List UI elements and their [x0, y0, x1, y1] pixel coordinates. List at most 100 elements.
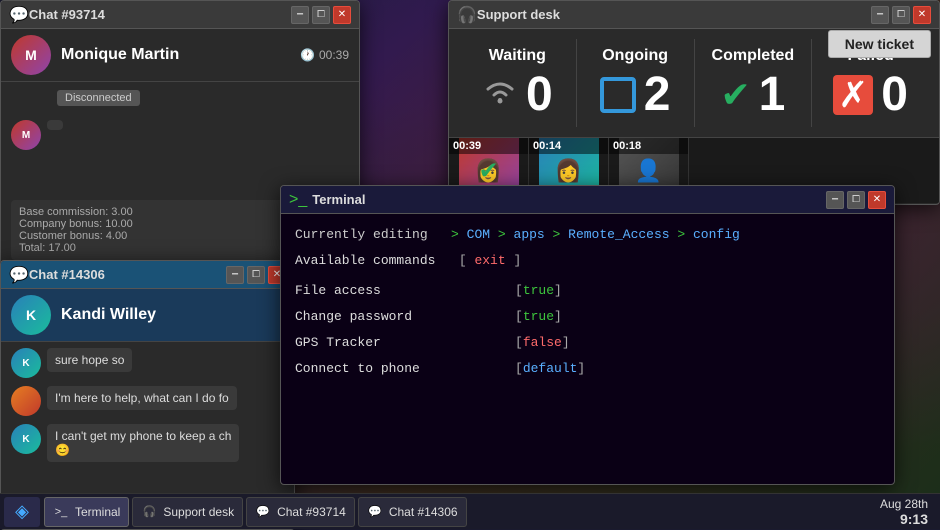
taskbar-chat-14306[interactable]: 💬 Chat #14306: [358, 497, 467, 527]
close-button[interactable]: ✕: [333, 6, 351, 24]
chat-messages: M: [1, 114, 359, 196]
taskbar-terminal[interactable]: >_ Terminal: [44, 497, 129, 527]
chat-time: 🕐 00:39: [300, 48, 349, 62]
chat-14306-header: K Kandi Willey: [1, 289, 294, 342]
stat-ongoing: Ongoing 2: [577, 39, 695, 127]
taskbar-terminal-label: Terminal: [75, 505, 120, 519]
support-icon: 🎧: [457, 5, 477, 25]
command-key: GPS Tracker: [295, 332, 515, 354]
message-avatar: [11, 386, 41, 416]
terminal-titlebar[interactable]: >_ Terminal 🗕 ⧠ ✕: [281, 186, 894, 214]
stat-waiting-count: 0: [526, 71, 553, 119]
ticket-time-3: 00:18: [609, 138, 688, 154]
taskbar-support-label: Support desk: [163, 505, 234, 519]
username: Kandi Willey: [61, 306, 284, 324]
maximize-button[interactable]: ⧠: [892, 6, 910, 24]
terminal-window: >_ Terminal 🗕 ⧠ ✕ Currently editing > CO…: [280, 185, 895, 485]
ticket-time-1: 00:39: [449, 138, 528, 154]
taskbar-support-desk[interactable]: 🎧 Support desk: [132, 497, 243, 527]
terminal-command-row: Change password [ true ]: [295, 306, 880, 328]
message-text: sure hope so: [47, 348, 132, 372]
chat-14306-title: Chat #14306: [29, 267, 223, 282]
clock-time: 9:13: [880, 511, 928, 527]
message-text: I can't get my phone to keep a ch😊: [47, 424, 239, 462]
user-info: Kandi Willey: [51, 306, 284, 324]
ongoing-icon: [600, 77, 636, 113]
start-button[interactable]: ◈: [4, 497, 40, 527]
disconnected-badge: Disconnected: [57, 90, 140, 106]
minimize-button[interactable]: 🗕: [826, 191, 844, 209]
chat-93714-titlebar[interactable]: 💬 Chat #93714 🗕 ⧠ ✕: [1, 1, 359, 29]
new-ticket-button[interactable]: New ticket: [828, 30, 931, 58]
terminal-taskbar-icon: >_: [53, 504, 69, 520]
minimize-button[interactable]: 🗕: [226, 266, 244, 284]
stat-completed-count: 1: [759, 71, 786, 119]
stat-ongoing-count: 2: [644, 71, 671, 119]
message-avatar: M: [11, 120, 41, 150]
message-row: M: [11, 120, 349, 150]
stat-completed-label: Completed: [712, 47, 795, 65]
terminal-title: Terminal: [312, 192, 823, 207]
terminal-path: Currently editing > COM > apps > Remote_…: [295, 224, 880, 246]
minimize-button[interactable]: 🗕: [291, 6, 309, 24]
maximize-button[interactable]: ⧠: [847, 191, 865, 209]
command-value: true: [523, 306, 554, 328]
wifi-icon: [482, 77, 518, 114]
maximize-button[interactable]: ⧠: [312, 6, 330, 24]
chat-14306-taskbar-icon: 💬: [367, 504, 383, 520]
clock-date: Aug 28th: [880, 497, 928, 511]
chat-14306-titlebar[interactable]: 💬 Chat #14306 🗕 ⧠ ✕: [1, 261, 294, 289]
stat-ongoing-label: Ongoing: [602, 47, 668, 65]
ticket-time-2: 00:14: [529, 138, 608, 154]
support-desk-title: Support desk: [477, 7, 868, 22]
chat-93714-header: M Monique Martin 🕐 00:39: [1, 29, 359, 82]
terminal-command-row: Connect to phone [ default ]: [295, 358, 880, 380]
chat-icon: 💬: [9, 5, 29, 25]
failed-icon: ✗: [833, 75, 873, 115]
support-taskbar-icon: 🎧: [141, 504, 157, 520]
close-button[interactable]: ✕: [868, 191, 886, 209]
taskbar: ◈ >_ Terminal 🎧 Support desk 💬 Chat #937…: [0, 493, 940, 529]
terminal-command-row: File access [ true ]: [295, 280, 880, 302]
chat-93714-taskbar-icon: 💬: [255, 504, 271, 520]
command-value: true: [523, 280, 554, 302]
taskbar-chat-14306-label: Chat #14306: [389, 505, 458, 519]
terminal-prompt-icon: >_: [289, 191, 307, 209]
stat-waiting: Waiting 0: [459, 39, 577, 127]
avatar: M: [11, 35, 51, 75]
currently-editing-label: Currently editing: [295, 227, 443, 242]
terminal-command-row: GPS Tracker [ false ]: [295, 332, 880, 354]
taskbar-chat-93714-label: Chat #93714: [277, 505, 346, 519]
message-row: K I can't get my phone to keep a ch😊: [11, 424, 284, 462]
checkmark-icon: ✔: [720, 74, 750, 116]
stat-completed: Completed ✔ 1: [695, 39, 813, 127]
support-desk-titlebar[interactable]: 🎧 Support desk 🗕 ⧠ ✕: [449, 1, 939, 29]
command-key: Change password: [295, 306, 515, 328]
messages-area: K sure hope so I'm here to help, what ca…: [1, 342, 294, 476]
command-value: false: [523, 332, 562, 354]
command-value: default: [523, 358, 578, 380]
taskbar-chat-93714[interactable]: 💬 Chat #93714: [246, 497, 355, 527]
terminal-body[interactable]: Currently editing > COM > apps > Remote_…: [281, 214, 894, 395]
close-button[interactable]: ✕: [913, 6, 931, 24]
stat-failed-count: 0: [881, 71, 908, 119]
avatar: K: [11, 295, 51, 335]
message-avatar: K: [11, 424, 41, 454]
terminal-available-commands: Available commands [ exit ]: [295, 250, 880, 272]
ticket-checkmark: ✔: [478, 156, 498, 185]
terminal-commands-table: File access [ true ] Change password [ t…: [295, 280, 880, 380]
message-avatar: K: [11, 348, 41, 378]
taskbar-clock: Aug 28th 9:13: [880, 497, 936, 527]
message-row: K sure hope so: [11, 348, 284, 378]
chat-14306-window: 💬 Chat #14306 🗕 ⧠ ✕ K Kandi Willey K sur…: [0, 260, 295, 530]
user-info: Monique Martin: [51, 46, 300, 64]
minimize-button[interactable]: 🗕: [871, 6, 889, 24]
maximize-button[interactable]: ⧠: [247, 266, 265, 284]
message-text: [47, 120, 63, 130]
stat-waiting-label: Waiting: [489, 47, 546, 65]
chat-icon: 💬: [9, 265, 29, 285]
chat-93714-title: Chat #93714: [29, 7, 288, 22]
support-desk-window: 🎧 Support desk 🗕 ⧠ ✕ Waiting: [448, 0, 940, 205]
message-row: I'm here to help, what can I do fo: [11, 386, 284, 416]
clock-icon: 🕐: [300, 48, 315, 62]
